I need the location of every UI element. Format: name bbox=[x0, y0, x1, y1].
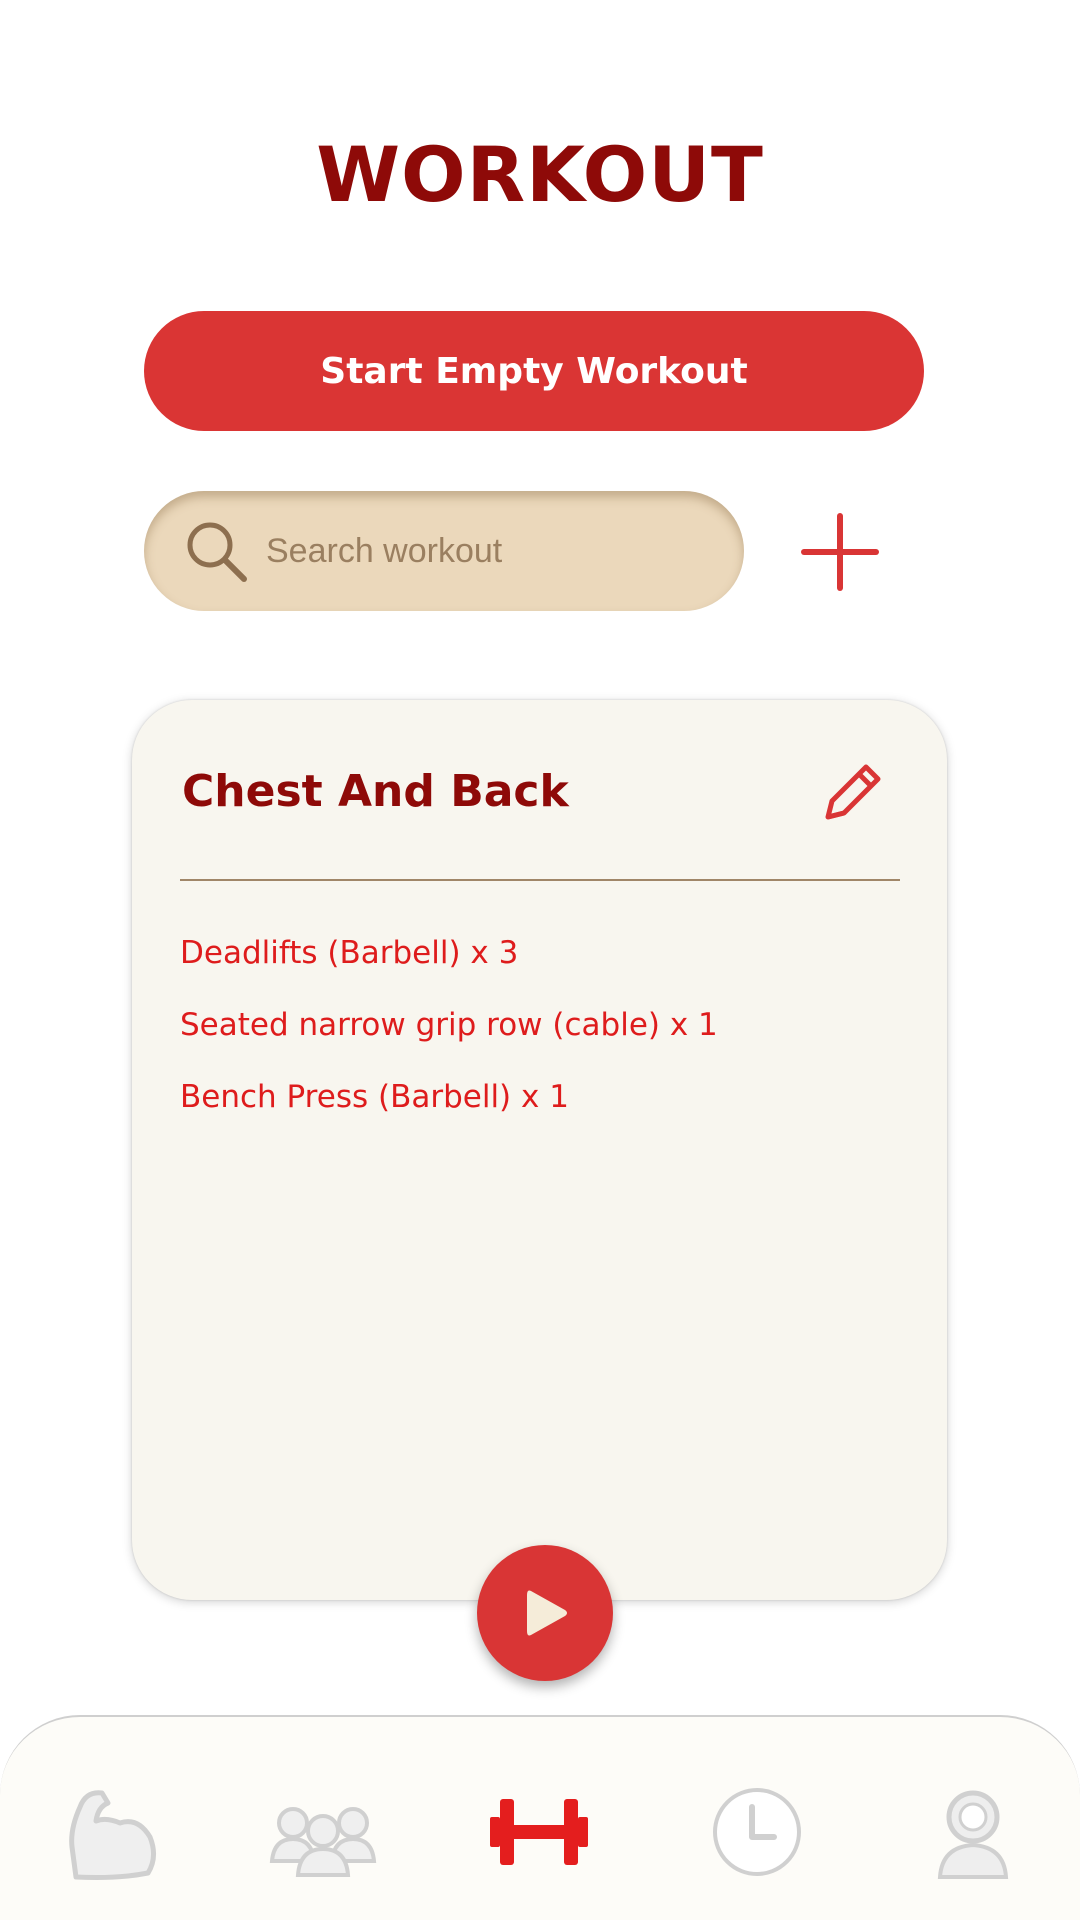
edit-pencil-icon[interactable] bbox=[814, 755, 890, 831]
play-icon bbox=[527, 1590, 567, 1636]
workout-screen: WORKOUT Start Empty Workout Chest And Ba… bbox=[0, 0, 1080, 1920]
exercise-item: Bench Press (Barbell) x 1 bbox=[180, 1079, 569, 1115]
people-group-icon[interactable] bbox=[268, 1777, 378, 1887]
exercise-item: Seated narrow grip row (cable) x 1 bbox=[180, 1007, 718, 1043]
search-input[interactable] bbox=[266, 491, 706, 611]
page-title: WORKOUT bbox=[316, 130, 764, 219]
add-routine-icon[interactable] bbox=[800, 512, 880, 592]
exercise-item: Deadlifts (Barbell) x 3 bbox=[180, 935, 519, 971]
clock-history-icon[interactable] bbox=[702, 1777, 812, 1887]
routine-title: Chest And Back bbox=[182, 766, 569, 817]
card-divider bbox=[180, 879, 900, 881]
exercise-list: Deadlifts (Barbell) x 3 Seated narrow gr… bbox=[180, 932, 718, 1148]
start-empty-workout-button[interactable]: Start Empty Workout bbox=[144, 311, 924, 431]
dumbbell-icon[interactable] bbox=[484, 1777, 594, 1887]
muscle-arm-icon[interactable] bbox=[58, 1777, 168, 1887]
profile-icon[interactable] bbox=[918, 1777, 1028, 1887]
routine-card[interactable]: Chest And Back Deadlifts (Barbell) x 3 S… bbox=[132, 700, 947, 1600]
start-routine-button[interactable] bbox=[477, 1545, 613, 1681]
search-bar[interactable] bbox=[144, 491, 744, 611]
bottom-nav bbox=[0, 1715, 1080, 1920]
search-icon bbox=[187, 522, 247, 582]
